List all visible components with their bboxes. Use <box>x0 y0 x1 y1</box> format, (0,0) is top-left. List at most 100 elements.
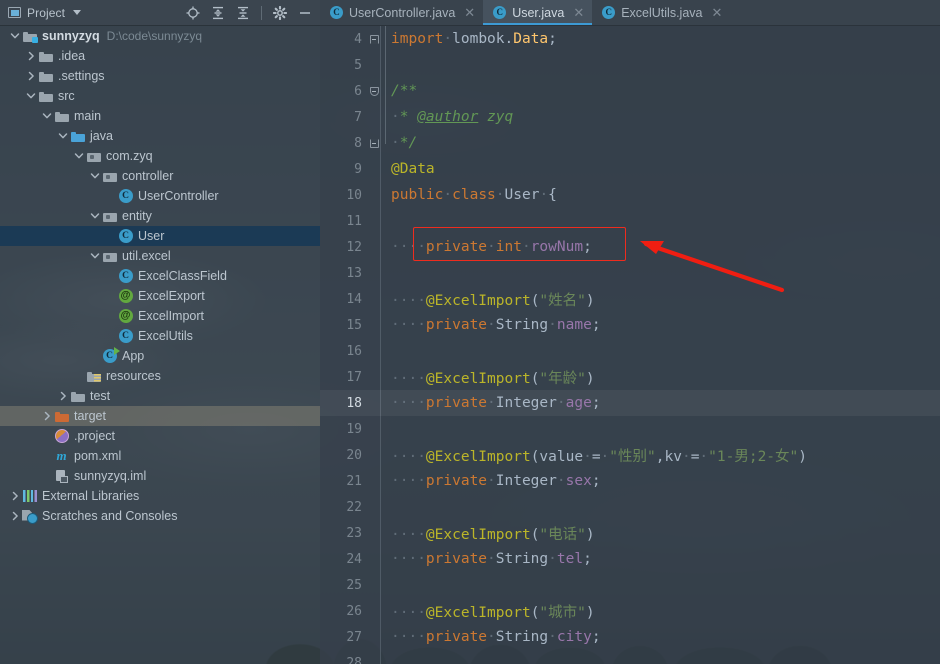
chevron-down-icon[interactable] <box>88 166 101 186</box>
fold-marker-icon[interactable] <box>367 138 381 148</box>
package-icon <box>102 211 117 222</box>
chevron-right-icon[interactable] <box>40 406 53 426</box>
code-line[interactable]: 15 ····private·String·name; <box>320 312 940 338</box>
editor-tab-bar[interactable]: C UserController.java ✕ C User.java ✕ C ExcelUt… <box>320 0 940 26</box>
code-line[interactable]: 21 ····private·Integer·sex; <box>320 468 940 494</box>
tree-item-target[interactable]: target <box>0 406 320 426</box>
tree-item-external-libraries[interactable]: External Libraries <box>0 486 320 506</box>
code-line[interactable]: 27 ····private·String·city; <box>320 624 940 650</box>
code-line[interactable]: 6 /** <box>320 78 940 104</box>
code-line[interactable]: 9 @Data <box>320 156 940 182</box>
chevron-down-icon[interactable] <box>73 10 82 15</box>
token-ty: Integer <box>495 473 557 489</box>
tree-item-util-excel[interactable]: util.excel <box>0 246 320 266</box>
chevron-down-icon[interactable] <box>8 26 21 46</box>
chevron-down-icon[interactable] <box>56 126 69 146</box>
close-icon[interactable]: ✕ <box>464 6 475 19</box>
project-panel-selector[interactable]: Project <box>0 6 82 20</box>
code-line[interactable]: 22 <box>320 494 940 520</box>
minimize-icon[interactable] <box>298 6 312 20</box>
code-line[interactable]: 13 <box>320 260 940 286</box>
tree-item-user[interactable]: C User <box>0 226 320 246</box>
editor-tab-excelutils-java[interactable]: C ExcelUtils.java ✕ <box>592 0 730 25</box>
code-line[interactable]: 19 <box>320 416 940 442</box>
fold-marker-icon[interactable] <box>367 86 381 96</box>
tree-item-resources[interactable]: resources <box>0 366 320 386</box>
tree-item-excelclassfield[interactable]: C ExcelClassField <box>0 266 320 286</box>
code-line[interactable]: 10 public·class·User·{ <box>320 182 940 208</box>
editor-tab-user-java[interactable]: C User.java ✕ <box>483 0 593 25</box>
fold-marker-icon[interactable] <box>367 34 381 44</box>
project-tree[interactable]: sunnyzyq D:\code\sunnyzyq .idea .settings sr… <box>0 26 320 664</box>
code-line[interactable]: 7 ·* @author zyq <box>320 104 940 130</box>
chevron-down-icon[interactable] <box>40 106 53 126</box>
line-number: 11 <box>346 213 362 229</box>
token-anno: @ExcelImport <box>425 448 531 465</box>
tree-item-excelimport[interactable]: @ ExcelImport <box>0 306 320 326</box>
tree-item-excelexport[interactable]: @ ExcelExport <box>0 286 320 306</box>
chevron-down-icon[interactable] <box>88 246 101 266</box>
tree-item-path: D:\code\sunnyzyq <box>106 29 203 43</box>
tree-item-java[interactable]: java <box>0 126 320 146</box>
tree-item-scratches-and-consoles[interactable]: Scratches and Consoles <box>0 506 320 526</box>
tree-item-entity[interactable]: entity <box>0 206 320 226</box>
line-number: 19 <box>346 421 362 437</box>
expand-all-icon[interactable] <box>211 6 225 20</box>
chevron-right-icon[interactable] <box>8 486 21 506</box>
chevron-down-icon[interactable] <box>88 206 101 226</box>
tree-item-usercontroller[interactable]: C UserController <box>0 186 320 206</box>
line-number: 13 <box>346 265 362 281</box>
tree-item-sunnyzyq[interactable]: sunnyzyq D:\code\sunnyzyq <box>0 26 320 46</box>
code-line[interactable]: 28 <box>320 650 940 664</box>
code-line[interactable]: 26 ····@ExcelImport("城市") <box>320 598 940 624</box>
tree-item-test[interactable]: test <box>0 386 320 406</box>
line-number: 14 <box>346 291 362 307</box>
tree-item-pom-xml[interactable]: m pom.xml <box>0 446 320 466</box>
chevron-right-icon[interactable] <box>24 46 37 66</box>
tree-item-main[interactable]: main <box>0 106 320 126</box>
tree-item-app[interactable]: C App <box>0 346 320 366</box>
tree-item-settings[interactable]: .settings <box>0 66 320 86</box>
code-line[interactable]: 5 <box>320 52 940 78</box>
code-line[interactable]: 11 <box>320 208 940 234</box>
tree-item-label: entity <box>122 209 152 223</box>
code-line[interactable]: 25 <box>320 572 940 598</box>
locate-target-icon[interactable] <box>186 6 200 20</box>
code-editor[interactable]: 4 import·lombok.Data; 5 6/** 7 ·* @author zyq… <box>320 26 940 664</box>
code-line[interactable]: 8 ·*/ <box>320 130 940 156</box>
tree-item-src[interactable]: src <box>0 86 320 106</box>
code-line[interactable]: 12 ····private·int·rowNum; <box>320 234 940 260</box>
java-class-icon: C <box>118 269 133 283</box>
chevron-down-icon[interactable] <box>72 146 85 166</box>
code-line[interactable]: 14 ····@ExcelImport("姓名") <box>320 286 940 312</box>
code-line[interactable]: 20 ····@ExcelImport(value·=·"性别",kv·=·"1-… <box>320 442 940 468</box>
collapse-all-icon[interactable] <box>236 6 250 20</box>
tree-item-idea[interactable]: .idea <box>0 46 320 66</box>
tree-item-icon-wrap <box>21 31 38 43</box>
settings-gear-icon[interactable] <box>273 5 287 20</box>
chevron-right-icon[interactable] <box>24 66 37 86</box>
tree-item-project[interactable]: .project <box>0 426 320 446</box>
chevron-right-icon[interactable] <box>8 506 21 526</box>
token-dot: ···· <box>391 239 426 255</box>
editor-tab-usercontroller-java[interactable]: C UserController.java ✕ <box>320 0 483 25</box>
toolbar-separator <box>261 5 262 20</box>
code-line[interactable]: 16 <box>320 338 940 364</box>
token-pun: ) <box>585 604 595 621</box>
code-line[interactable]: 4 import·lombok.Data; <box>320 26 940 52</box>
tree-item-controller[interactable]: controller <box>0 166 320 186</box>
tree-item-com-zyq[interactable]: com.zyq <box>0 146 320 166</box>
code-line[interactable]: 23 ····@ExcelImport("电话") <box>320 520 940 546</box>
chevron-right-icon[interactable] <box>56 386 69 406</box>
tree-item-excelutils[interactable]: C ExcelUtils <box>0 326 320 346</box>
code-line[interactable]: 24 ····private·String·tel; <box>320 546 940 572</box>
code-text: ····private·int·rowNum; <box>381 239 592 255</box>
code-line[interactable]: 17 ····@ExcelImport("年龄") <box>320 364 940 390</box>
close-icon[interactable]: ✕ <box>712 6 723 19</box>
close-icon[interactable]: ✕ <box>573 6 584 19</box>
code-content[interactable]: 4 import·lombok.Data; 5 6/** 7 ·* @author zyq… <box>320 26 940 664</box>
chevron-down-icon[interactable] <box>24 86 37 106</box>
code-line[interactable]: 18 ····private·Integer·age; <box>320 390 940 416</box>
line-number: 15 <box>346 317 362 333</box>
tree-item-sunnyzyq-iml[interactable]: sunnyzyq.iml <box>0 466 320 486</box>
